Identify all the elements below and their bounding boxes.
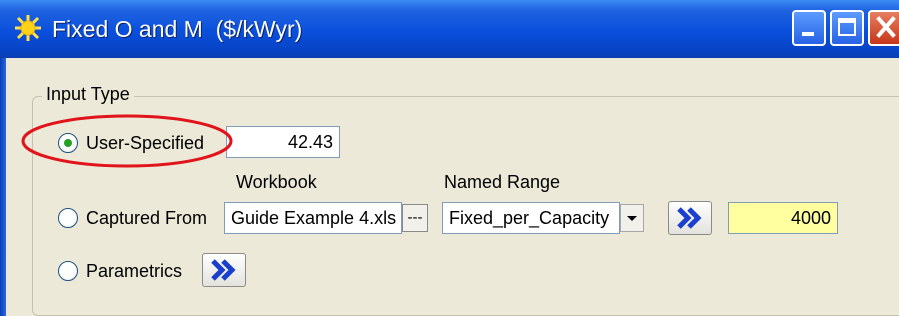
window-left-border [0,58,6,316]
captured-value-field[interactable]: 4000 [728,202,838,234]
maximize-button[interactable] [830,10,864,46]
double-chevron-right-icon [677,207,702,229]
captured-go-button[interactable] [668,201,712,235]
user-specified-radio[interactable] [58,133,78,153]
workbook-field[interactable]: Guide Example 4.xls [224,202,402,234]
chevron-down-icon [627,216,637,221]
maximize-icon [838,18,856,36]
minimize-icon [802,32,814,36]
title-bar[interactable]: Fixed O and M ($/kWyr) [0,0,899,58]
parametrics-radio[interactable] [58,261,78,281]
double-chevron-right-icon [211,259,236,281]
browse-workbook-button[interactable]: --- [402,204,428,232]
captured-from-radio[interactable] [58,208,78,228]
input-type-legend: Input Type [42,82,134,106]
named-range-header: Named Range [444,172,561,192]
window-title: Fixed O and M ($/kWyr) [52,16,303,42]
user-specified-label[interactable]: User-Specified [86,131,204,155]
radio-selected-dot [64,139,72,147]
minimize-button[interactable] [792,10,826,46]
parametrics-go-button[interactable] [202,253,246,287]
parametrics-label[interactable]: Parametrics [86,259,182,283]
close-icon [876,16,896,38]
captured-from-label[interactable]: Captured From [86,206,207,230]
user-specified-value-field[interactable]: 42.43 [226,126,340,158]
workbook-header: Workbook [236,172,317,192]
sun-icon [15,15,41,41]
named-range-dropdown-button[interactable] [620,204,644,232]
named-range-select[interactable]: Fixed_per_Capacity [442,202,620,234]
dialog-window: Fixed O and M ($/kWyr) Input Type User-S… [0,0,899,316]
close-button[interactable] [868,10,899,46]
